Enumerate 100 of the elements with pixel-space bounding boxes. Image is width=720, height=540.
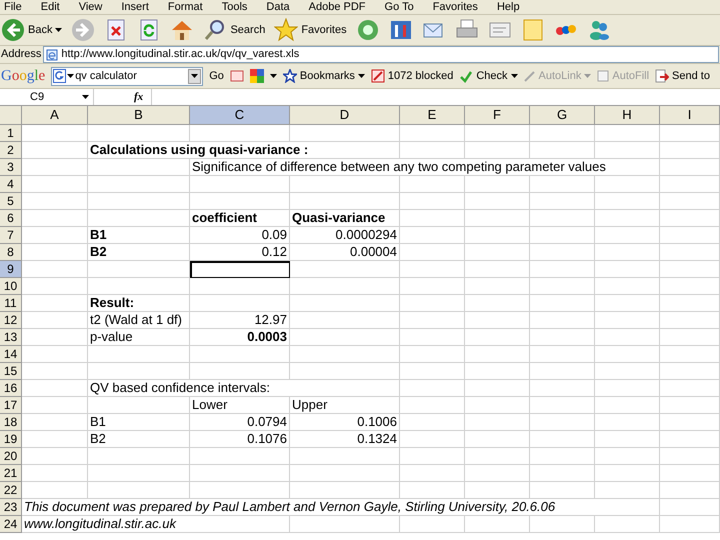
table-cell[interactable] xyxy=(660,125,720,142)
table-cell[interactable] xyxy=(400,516,465,533)
menu-item[interactable]: Insert xyxy=(121,2,149,12)
table-cell[interactable] xyxy=(400,414,465,431)
table-cell[interactable] xyxy=(190,176,290,193)
row-header[interactable]: 5 xyxy=(0,193,22,210)
table-cell[interactable] xyxy=(22,465,88,482)
table-cell[interactable]: B1 xyxy=(88,227,190,244)
row-header[interactable]: 3 xyxy=(0,159,22,176)
table-cell[interactable] xyxy=(22,346,88,363)
row-header[interactable]: 16 xyxy=(0,380,22,397)
favorites-button[interactable]: Favorites xyxy=(274,18,347,42)
back-button[interactable]: Back xyxy=(1,18,62,42)
table-cell[interactable] xyxy=(400,431,465,448)
table-cell[interactable] xyxy=(660,159,720,176)
table-cell[interactable] xyxy=(530,142,595,159)
table-cell[interactable] xyxy=(465,244,530,261)
table-cell[interactable]: Significance of difference between any two competing parameter values xyxy=(190,159,660,176)
table-cell[interactable] xyxy=(660,414,720,431)
media-icon[interactable] xyxy=(356,18,380,42)
table-cell[interactable] xyxy=(400,465,465,482)
table-cell[interactable] xyxy=(595,363,660,380)
table-cell[interactable] xyxy=(660,193,720,210)
table-cell[interactable]: coefficient xyxy=(190,210,290,227)
table-cell[interactable]: 0.1076 xyxy=(190,431,290,448)
table-cell[interactable] xyxy=(88,125,190,142)
table-cell[interactable] xyxy=(88,482,190,499)
table-cell[interactable] xyxy=(290,193,400,210)
table-cell[interactable] xyxy=(530,363,595,380)
table-cell[interactable] xyxy=(88,363,190,380)
table-cell[interactable] xyxy=(400,329,465,346)
caret-icon[interactable] xyxy=(510,74,518,78)
table-cell[interactable] xyxy=(22,414,88,431)
table-cell[interactable] xyxy=(660,431,720,448)
table-cell[interactable] xyxy=(22,125,88,142)
table-cell[interactable] xyxy=(22,295,88,312)
table-cell[interactable] xyxy=(530,448,595,465)
table-cell[interactable] xyxy=(465,363,530,380)
table-cell[interactable] xyxy=(190,465,290,482)
table-cell[interactable] xyxy=(88,159,190,176)
table-cell[interactable] xyxy=(595,397,660,414)
table-cell[interactable] xyxy=(400,244,465,261)
column-header[interactable]: E xyxy=(400,106,465,125)
table-cell[interactable] xyxy=(660,142,720,159)
table-cell[interactable] xyxy=(530,176,595,193)
row-header[interactable]: 23 xyxy=(0,499,22,516)
menu-item[interactable]: Tools xyxy=(222,2,248,12)
table-cell[interactable] xyxy=(660,516,720,533)
table-cell[interactable] xyxy=(660,295,720,312)
table-cell[interactable]: Quasi-variance xyxy=(290,210,400,227)
table-cell[interactable] xyxy=(660,278,720,295)
table-cell[interactable]: 0.09 xyxy=(190,227,290,244)
table-cell[interactable] xyxy=(595,278,660,295)
corner-header[interactable] xyxy=(0,106,22,125)
row-header[interactable]: 24 xyxy=(0,516,22,533)
column-header[interactable]: H xyxy=(595,106,660,125)
table-cell[interactable]: www.longitudinal.stir.ac.uk xyxy=(22,516,290,533)
menu-item[interactable]: Format xyxy=(168,2,203,12)
table-cell[interactable] xyxy=(530,380,595,397)
table-cell[interactable] xyxy=(190,448,290,465)
table-cell[interactable] xyxy=(465,278,530,295)
table-cell[interactable] xyxy=(530,193,595,210)
table-cell[interactable] xyxy=(465,329,530,346)
table-cell[interactable] xyxy=(595,380,660,397)
table-cell[interactable]: 0.0003 xyxy=(190,329,290,346)
table-cell[interactable] xyxy=(530,312,595,329)
table-cell[interactable] xyxy=(400,397,465,414)
table-cell[interactable] xyxy=(465,227,530,244)
table-cell[interactable] xyxy=(190,278,290,295)
table-cell[interactable] xyxy=(595,414,660,431)
row-header[interactable]: 15 xyxy=(0,363,22,380)
table-cell[interactable] xyxy=(88,193,190,210)
table-cell[interactable]: 12.97 xyxy=(190,312,290,329)
table-cell[interactable] xyxy=(22,397,88,414)
table-cell[interactable] xyxy=(465,346,530,363)
table-cell[interactable] xyxy=(22,261,88,278)
table-cell[interactable] xyxy=(530,125,595,142)
column-header[interactable]: A xyxy=(22,106,88,125)
table-cell[interactable] xyxy=(400,227,465,244)
table-cell[interactable] xyxy=(22,193,88,210)
table-cell[interactable] xyxy=(465,414,530,431)
table-cell[interactable] xyxy=(660,312,720,329)
table-cell[interactable] xyxy=(290,312,400,329)
table-cell[interactable] xyxy=(660,210,720,227)
table-cell[interactable] xyxy=(660,261,720,278)
table-cell[interactable] xyxy=(400,261,465,278)
table-cell[interactable] xyxy=(530,295,595,312)
table-cell[interactable] xyxy=(400,210,465,227)
table-cell[interactable]: 0.0000294 xyxy=(290,227,400,244)
table-cell[interactable] xyxy=(530,414,595,431)
table-cell[interactable] xyxy=(400,176,465,193)
table-cell[interactable] xyxy=(290,125,400,142)
table-cell[interactable] xyxy=(22,448,88,465)
table-cell[interactable] xyxy=(290,261,400,278)
table-cell[interactable] xyxy=(595,193,660,210)
table-cell[interactable] xyxy=(465,261,530,278)
table-cell[interactable] xyxy=(595,295,660,312)
table-cell[interactable]: 0.00004 xyxy=(290,244,400,261)
table-cell[interactable] xyxy=(88,278,190,295)
caret-icon[interactable] xyxy=(82,95,89,99)
